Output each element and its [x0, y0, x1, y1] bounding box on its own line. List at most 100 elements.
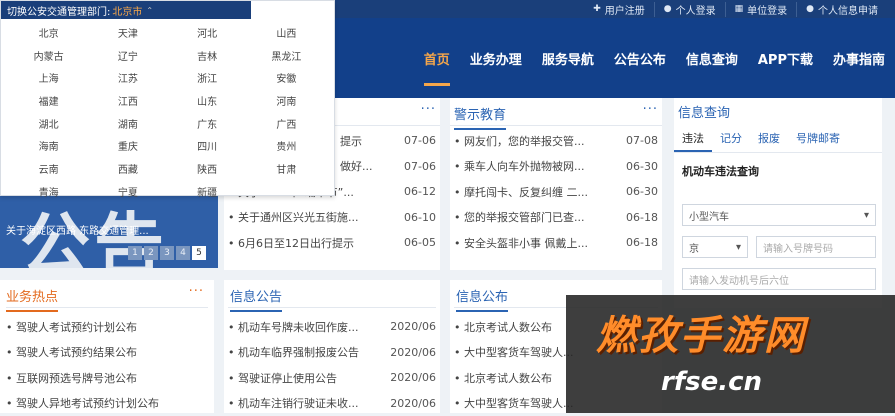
chevron-down-icon: ▾: [736, 242, 741, 253]
info-notice-list: • 机动车号牌未收回作废...2020/06 • 机动车临界强制报废公告2020…: [228, 314, 436, 416]
list-item[interactable]: • 机动车临界强制报废公告2020/06: [228, 340, 436, 366]
banner-pager: 1 2 3 4 5: [128, 246, 206, 260]
city-option[interactable]: 河南: [247, 89, 326, 112]
city-option[interactable]: 湖南: [88, 112, 167, 135]
list-item[interactable]: • 您的举报交管部门已查...06-18: [454, 205, 658, 231]
city-switch-header[interactable]: 切换公安交通管理部门:北京市⌃: [1, 1, 251, 19]
list-item[interactable]: • 机动车注销行驶证未收...2020/06: [228, 391, 436, 416]
tab-plate-mail[interactable]: 号牌邮寄: [788, 126, 848, 152]
city-option[interactable]: 海南: [9, 134, 88, 157]
banner-caption[interactable]: 关于海淀区西路 东路交通管理...: [6, 222, 149, 237]
city-option: [247, 180, 326, 203]
building-icon: ▦: [735, 4, 744, 14]
tab-violation[interactable]: 违法: [674, 126, 712, 152]
nav-guide[interactable]: 办事指南: [823, 49, 895, 68]
city-option[interactable]: 新疆: [168, 180, 247, 203]
city-option[interactable]: 湖北: [9, 112, 88, 135]
list-item[interactable]: • 驾驶人考试预约计划公布: [6, 314, 208, 340]
banner-page-4[interactable]: 4: [176, 246, 190, 260]
city-option[interactable]: 江西: [88, 89, 167, 112]
info-publish-title: 信息公布: [456, 286, 508, 312]
list-item[interactable]: • 驾驶证停止使用公告2020/06: [228, 365, 436, 391]
vehicle-type-select[interactable]: 小型汽车▾: [682, 204, 876, 226]
hot-more-link[interactable]: ···: [189, 284, 204, 299]
plate-prefix-select[interactable]: 京▾: [682, 236, 748, 258]
city-option[interactable]: 内蒙古: [9, 44, 88, 67]
nav-app-download[interactable]: APP下载: [748, 49, 823, 68]
nav-home[interactable]: 首页: [414, 49, 460, 68]
utility-links: ✚用户注册 ●个人登录 ▦单位登录 ●个人信息申请: [584, 0, 887, 18]
personal-info-apply-link[interactable]: ●个人信息申请: [796, 2, 887, 17]
list-item[interactable]: • 驾驶人考试预约结果公布: [6, 340, 208, 366]
nav-announcements[interactable]: 公告公布: [604, 49, 676, 68]
nav-service-guide[interactable]: 服务导航: [532, 49, 604, 68]
notice-more-link[interactable]: ···: [421, 102, 436, 117]
personal-login-link[interactable]: ●个人登录: [654, 2, 725, 17]
tab-points[interactable]: 记分: [712, 126, 750, 152]
city-grid: 北京天津河北山西内蒙古辽宁吉林黑龙江上海江苏浙江安徽福建江西山东河南湖北湖南广东…: [1, 19, 334, 203]
city-option[interactable]: 广西: [247, 112, 326, 135]
user-icon: ●: [664, 4, 672, 14]
warning-education-panel: 警示教育 ··· • 网友们，您的举报交管...07-08 • 乘车人向车外抛物…: [450, 98, 662, 270]
city-option[interactable]: 西藏: [88, 157, 167, 180]
banner-page-2[interactable]: 2: [144, 246, 158, 260]
city-option[interactable]: 安徽: [247, 66, 326, 89]
city-option[interactable]: 陕西: [168, 157, 247, 180]
city-option[interactable]: 四川: [168, 134, 247, 157]
tab-scrap[interactable]: 报废: [750, 126, 788, 152]
hot-topics-panel: 业务热点 ··· • 驾驶人考试预约计划公布 • 驾驶人考试预约结果公布 • 互…: [0, 280, 214, 413]
list-item[interactable]: • 摩托闯卡、反复纠缠 二...06-30: [454, 179, 658, 205]
info-notice-title: 信息公告: [230, 286, 282, 312]
city-option[interactable]: 广东: [168, 112, 247, 135]
unit-login-link[interactable]: ▦单位登录: [725, 2, 797, 17]
city-option[interactable]: 吉林: [168, 44, 247, 67]
plus-icon: ✚: [593, 4, 601, 14]
hot-panel-header: 业务热点 ···: [6, 280, 208, 308]
city-option[interactable]: 北京: [9, 21, 88, 44]
city-option[interactable]: 山东: [168, 89, 247, 112]
city-option[interactable]: 上海: [9, 66, 88, 89]
city-option[interactable]: 天津: [88, 21, 167, 44]
city-option[interactable]: 山西: [247, 21, 326, 44]
list-item[interactable]: • 乘车人向车外抛物被网...06-30: [454, 154, 658, 180]
city-option[interactable]: 黑龙江: [247, 44, 326, 67]
list-item[interactable]: • 安全头盔非小事 佩戴上...06-18: [454, 230, 658, 256]
hot-list: • 驾驶人考试预约计划公布 • 驾驶人考试预约结果公布 • 互联网预选号牌号池公…: [6, 314, 208, 416]
list-item[interactable]: • 互联网预选号牌号池公布: [6, 365, 208, 391]
hot-panel-title: 业务热点: [6, 286, 58, 312]
list-item[interactable]: • 网友们，您的举报交管...07-08: [454, 128, 658, 154]
list-item[interactable]: • 机动车号牌未收回作废...2020/06: [228, 314, 436, 340]
banner-page-3[interactable]: 3: [160, 246, 174, 260]
main-nav: 首页 业务办理 服务导航 公告公布 信息查询 APP下载 办事指南: [414, 18, 895, 98]
current-city: 北京市: [112, 3, 142, 18]
banner-page-1[interactable]: 1: [128, 246, 142, 260]
banner-page-5[interactable]: 5: [192, 246, 206, 260]
city-option[interactable]: 江苏: [88, 66, 167, 89]
city-option[interactable]: 宁夏: [88, 180, 167, 203]
city-option[interactable]: 重庆: [88, 134, 167, 157]
user-icon: ●: [806, 4, 814, 14]
city-option[interactable]: 云南: [9, 157, 88, 180]
chevron-down-icon: ▾: [864, 210, 869, 221]
watermark: 燃孜手游网 rfse.cn: [566, 295, 895, 413]
city-option[interactable]: 青海: [9, 180, 88, 203]
plate-number-input[interactable]: 请输入号牌号码: [756, 236, 876, 258]
city-option[interactable]: 辽宁: [88, 44, 167, 67]
city-option[interactable]: 甘肃: [247, 157, 326, 180]
list-item[interactable]: • 驾驶人异地考试预约计划公布: [6, 391, 208, 416]
city-option[interactable]: 福建: [9, 89, 88, 112]
warning-more-link[interactable]: ···: [643, 102, 658, 117]
warning-list: • 网友们，您的举报交管...07-08 • 乘车人向车外抛物被网...06-3…: [450, 128, 662, 256]
list-item[interactable]: • 关于通州区兴光五街施...06-10: [228, 205, 436, 231]
register-link[interactable]: ✚用户注册: [584, 2, 654, 17]
warning-panel-header: 警示教育 ···: [450, 98, 662, 126]
city-option[interactable]: 浙江: [168, 66, 247, 89]
engine-number-input[interactable]: 请输入发动机号后六位: [682, 268, 876, 290]
city-option[interactable]: 河北: [168, 21, 247, 44]
watermark-url: rfse.cn: [661, 367, 762, 397]
city-switch-dropdown: 切换公安交通管理部门:北京市⌃ 北京天津河北山西内蒙古辽宁吉林黑龙江上海江苏浙江…: [0, 0, 335, 196]
city-option[interactable]: 贵州: [247, 134, 326, 157]
nav-business[interactable]: 业务办理: [460, 49, 532, 68]
list-item[interactable]: • 6月6日至12日出行提示06-05: [228, 230, 436, 256]
nav-info-query[interactable]: 信息查询: [676, 49, 748, 68]
